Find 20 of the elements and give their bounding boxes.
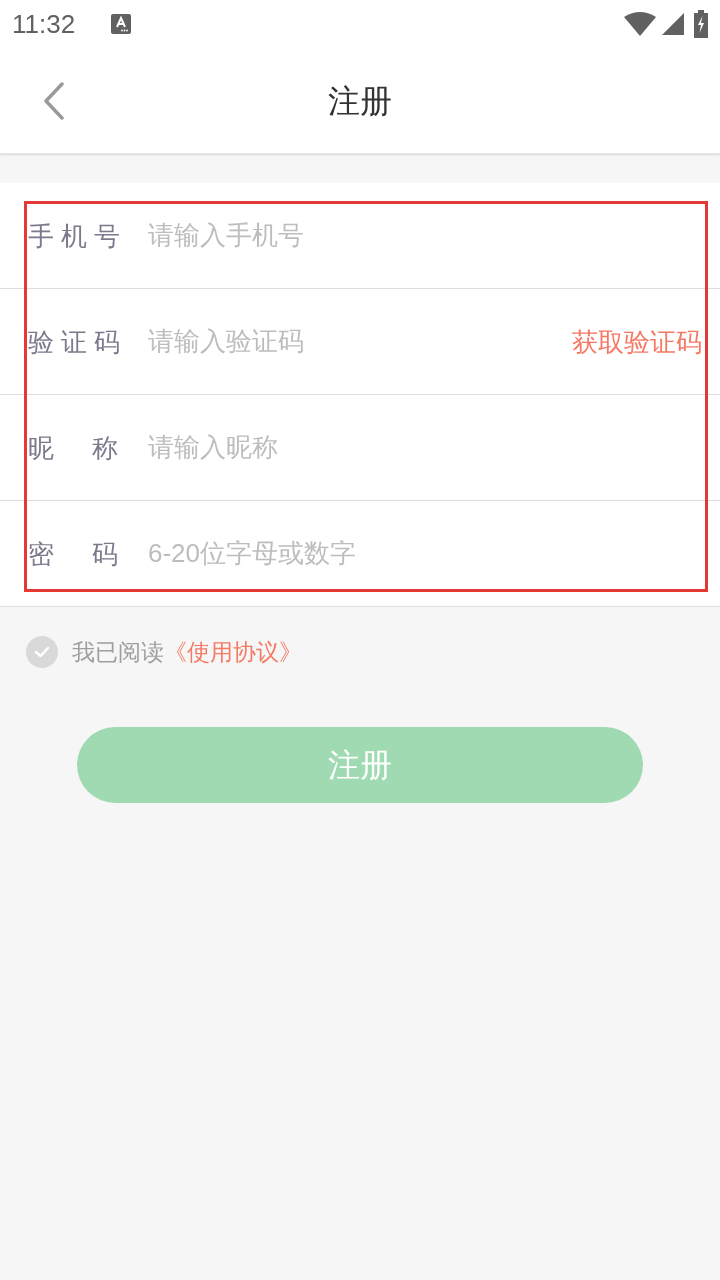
field-label: 手 机 号 [28, 222, 118, 249]
status-time: 11:32 [12, 11, 76, 37]
signal-icon [662, 13, 684, 35]
keyboard-a-icon [111, 14, 132, 34]
wifi-icon [624, 12, 656, 36]
field-label: 验 证 码 [28, 328, 118, 355]
agree-checkbox[interactable] [26, 636, 58, 668]
back-chevron-icon [43, 81, 65, 120]
field-label: 密 码 [28, 540, 118, 567]
input-field[interactable]: 请输入验证码 [148, 319, 572, 364]
input-field[interactable]: 6-20位字母或数字 [148, 531, 702, 576]
terms-link[interactable]: 《使用协议》 [164, 640, 302, 664]
check-icon [34, 646, 50, 658]
input-field[interactable]: 请输入昵称 [148, 425, 702, 470]
get-code-button[interactable]: 获取验证码 [572, 328, 702, 355]
page-title: 注册 [328, 84, 392, 117]
input-field[interactable]: 请输入手机号 [148, 213, 702, 258]
battery-charging-icon [694, 10, 708, 38]
field-label: 昵 称 [28, 434, 118, 461]
agreement-text: 我已阅读 [72, 640, 164, 664]
